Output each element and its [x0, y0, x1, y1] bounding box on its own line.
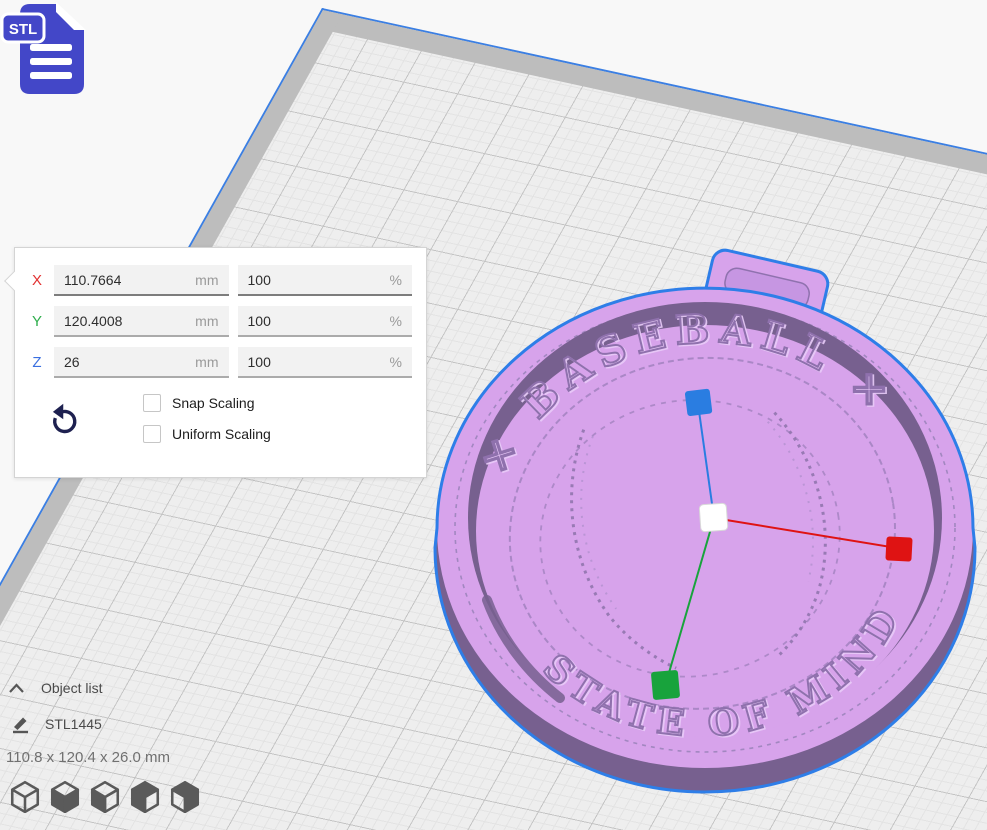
scale-z-mm-value: 26 — [64, 354, 80, 370]
model-canvas: ✕ BASEBALL ✕ ✕ BASEBALL ✕ STATE OF MIND … — [360, 228, 987, 830]
scale-y-mm-unit: mm — [195, 313, 218, 329]
snap-scaling-checkbox[interactable] — [143, 394, 161, 412]
axis-label-x: X — [29, 272, 45, 289]
view-left-button[interactable] — [128, 779, 161, 815]
viewport-3d[interactable]: ✕ BASEBALL ✕ ✕ BASEBALL ✕ STATE OF MIND … — [0, 0, 987, 830]
view-top-icon — [89, 779, 121, 813]
camera-view-toolbar — [8, 779, 268, 815]
scale-handle-x[interactable] — [885, 536, 912, 561]
scale-x-mm-value: 110.7664 — [64, 272, 121, 288]
scale-z-percent-value: 100 — [248, 354, 271, 370]
object-list-header[interactable]: Object list — [8, 680, 268, 696]
view-3d-icon — [9, 779, 41, 813]
chevron-up-icon — [8, 683, 25, 694]
panel-pointer — [4, 271, 24, 291]
view-right-icon — [169, 779, 201, 813]
reset-scale-button[interactable] — [29, 392, 99, 443]
scale-handle-z[interactable] — [685, 389, 713, 417]
view-front-button[interactable] — [48, 779, 81, 815]
view-top-button[interactable] — [88, 779, 121, 815]
scale-x-percent-input[interactable]: 100 % — [238, 265, 413, 296]
object-name: STL1445 — [45, 716, 102, 732]
view-left-icon — [129, 779, 161, 813]
scale-y-percent-input[interactable]: 100 % — [238, 306, 413, 337]
uniform-scaling-checkbox[interactable] — [143, 425, 161, 443]
view-right-button[interactable] — [168, 779, 201, 815]
reset-rotate-icon — [45, 400, 83, 440]
scale-handle-center[interactable] — [699, 503, 728, 532]
pencil-edit-icon — [10, 713, 31, 734]
scale-z-percent-unit: % — [390, 354, 402, 370]
selection-dimensions: 110.8 x 120.4 x 26.0 mm — [6, 749, 268, 766]
axis-label-z: Z — [29, 354, 45, 371]
view-3d-button[interactable] — [8, 779, 41, 815]
scale-y-percent-unit: % — [390, 313, 402, 329]
scale-z-mm-unit: mm — [195, 354, 218, 370]
scale-y-mm-input[interactable]: 120.4008 mm — [54, 306, 229, 337]
scale-x-percent-value: 100 — [248, 272, 271, 288]
stl-file-icon: STL — [0, 0, 92, 100]
axis-label-y: Y — [29, 313, 45, 330]
stl-badge-label: STL — [9, 21, 37, 38]
object-list-title: Object list — [41, 680, 102, 696]
scale-z-percent-input[interactable]: 100 % — [238, 347, 413, 378]
uniform-scaling-label: Uniform Scaling — [172, 426, 271, 442]
view-front-icon — [49, 779, 81, 813]
scale-x-percent-unit: % — [390, 272, 402, 288]
object-list-item[interactable]: STL1445 — [10, 713, 268, 734]
scale-y-percent-value: 100 — [248, 313, 271, 329]
scale-x-mm-unit: mm — [195, 272, 218, 288]
scale-z-mm-input[interactable]: 26 mm — [54, 347, 229, 378]
snap-scaling-label: Snap Scaling — [172, 395, 255, 411]
object-list-panel: Object list STL1445 110.8 x 120.4 x 26.0… — [8, 680, 268, 815]
scale-tool-panel: X 110.7664 mm 100 % Y 120.4008 mm 100 % … — [14, 247, 427, 478]
scale-handle-y[interactable] — [651, 670, 680, 700]
scale-y-mm-value: 120.4008 — [64, 313, 122, 329]
scale-x-mm-input[interactable]: 110.7664 mm — [54, 265, 229, 296]
